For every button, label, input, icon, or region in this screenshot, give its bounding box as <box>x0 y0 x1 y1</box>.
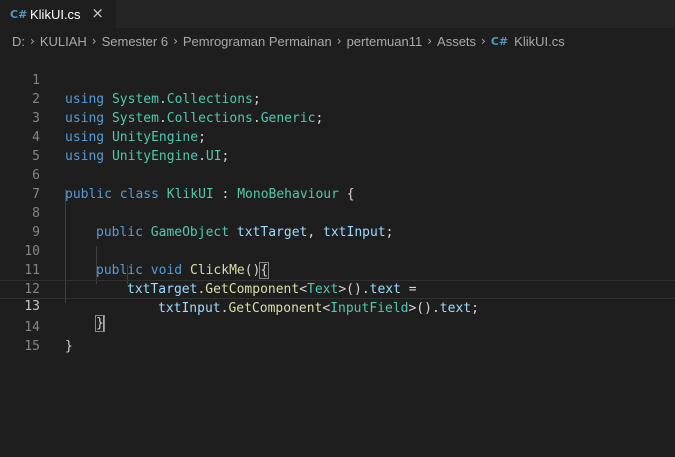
code-line: 3 using UnityEngine; <box>0 90 675 145</box>
code-line: 4 using UnityEngine.UI; <box>0 109 675 164</box>
breadcrumb-item-semester[interactable]: Semester 6 <box>102 34 168 49</box>
chevron-right-icon: › <box>336 34 342 48</box>
code-line: 1 using System.Collections; <box>0 52 675 107</box>
csharp-file-icon: C# <box>490 34 509 48</box>
close-icon[interactable]: × <box>91 4 104 22</box>
breadcrumb-item-drive[interactable]: D: <box>12 34 25 49</box>
code-line: 15 <box>0 318 675 354</box>
breadcrumb-item-meeting[interactable]: pertemuan11 <box>347 34 423 49</box>
code-line: 2 using System.Collections.Generic; <box>0 71 675 126</box>
chevron-right-icon: › <box>173 34 178 48</box>
code-line: 14 } <box>0 299 675 354</box>
breadcrumb-item-assets[interactable]: Assets <box>437 34 476 49</box>
code-line: 10 public void ClickMe(){ <box>0 223 675 279</box>
chevron-right-icon: › <box>30 34 35 48</box>
tab-bar: C# KlikUI.cs × <box>0 0 675 28</box>
chevron-right-icon: › <box>481 34 486 48</box>
code-line: 6 public class KlikUI : MonoBehaviour { <box>0 147 675 202</box>
tab-klikui-cs[interactable]: C# KlikUI.cs × <box>0 0 116 28</box>
line-number: 15 <box>24 339 40 354</box>
code-line: 5 <box>0 128 675 164</box>
code-line: 9 <box>0 204 675 240</box>
breadcrumb-item-file[interactable]: KlikUI.cs <box>514 34 565 49</box>
code-line: 11 txtTarget.GetComponent<Text>().text = <box>0 242 675 297</box>
code-line: 12 txtInput.GetComponent<InputField>().t… <box>0 261 675 316</box>
code-line: 8 public GameObject txtTarget, txtInput; <box>0 185 675 240</box>
breadcrumb-item-kuliah[interactable]: KULIAH <box>40 34 87 49</box>
chevron-right-icon: › <box>427 34 433 48</box>
chevron-right-icon: › <box>91 34 97 48</box>
code-line-current: 13 } <box>0 280 675 332</box>
breadcrumb-item-course[interactable]: Pemrograman Permainan <box>183 34 332 49</box>
tab-label: KlikUI.cs <box>30 6 81 22</box>
code-line: 7 <box>0 166 675 202</box>
code-token: } <box>65 339 73 354</box>
csharp-file-icon: C# <box>10 7 28 21</box>
code-text: } <box>65 337 73 356</box>
breadcrumb: D: › KULIAH › Semester 6 › Pemrograman P… <box>0 28 675 54</box>
code-editor[interactable]: 1 using System.Collections; 2 using Syst… <box>0 52 675 457</box>
